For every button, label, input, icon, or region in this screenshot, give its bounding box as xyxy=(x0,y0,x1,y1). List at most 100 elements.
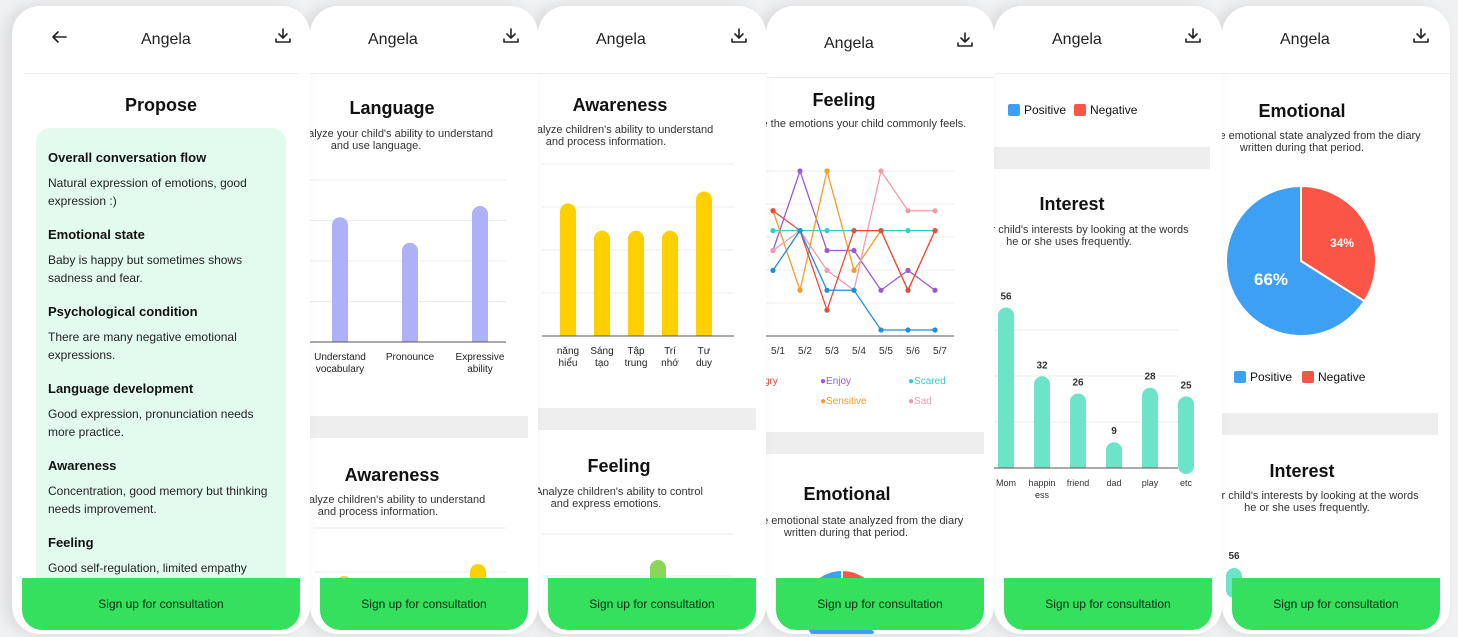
download-icon[interactable] xyxy=(1412,27,1430,45)
bar-value-label: 28 xyxy=(1144,372,1156,383)
interest-title: Interest xyxy=(1039,194,1105,214)
legend-scared: ●Scared xyxy=(908,376,946,387)
propose-item-desc: There are many negative emotional expres… xyxy=(48,330,237,362)
interest-subtitle-2: he or she uses frequently. xyxy=(1244,502,1370,514)
x-tick-label: 5/7 xyxy=(933,346,947,357)
series-point xyxy=(905,267,911,273)
propose-item-desc: Natural expression of emotions, good exp… xyxy=(48,176,247,208)
header: Angela xyxy=(766,6,994,78)
bar-base-mask xyxy=(994,468,1178,477)
legend-negative-swatch xyxy=(1302,371,1314,383)
download-icon[interactable] xyxy=(274,27,292,45)
propose-item: Emotional state Baby is happy but sometim… xyxy=(48,227,274,287)
feeling-subtitle: ze the emotions your child commonly feel… xyxy=(766,118,967,130)
series-point xyxy=(905,208,911,214)
download-icon[interactable] xyxy=(1184,27,1202,45)
bar-3 xyxy=(472,206,488,348)
awareness-subtitle-2: and process information. xyxy=(545,136,667,148)
header: Angela xyxy=(994,6,1222,74)
series-line-5 xyxy=(772,210,936,313)
awareness-subtitle-1: nalyze children's ability to understand xyxy=(538,124,714,136)
legend-sad: ●Sad xyxy=(908,396,932,407)
legend-negative-swatch xyxy=(1074,104,1086,116)
signup-consultation-button[interactable]: Sign up for consultation xyxy=(22,578,300,630)
signup-consultation-button[interactable]: Sign up for consultation xyxy=(1004,578,1212,630)
bar-value-label: 25 xyxy=(1180,380,1192,391)
propose-item-title: Feeling xyxy=(48,535,94,550)
category-label: Tư duy xyxy=(670,346,738,370)
legend-positive: Positive xyxy=(1234,370,1292,384)
series-point xyxy=(851,247,857,254)
series-point xyxy=(770,228,776,234)
propose-item-desc: Good self-regulation, limited empathy xyxy=(48,561,247,575)
series-point xyxy=(932,228,938,234)
bar-5 xyxy=(696,191,712,342)
propose-item-title: Overall conversation flow xyxy=(48,150,207,165)
header: Angela xyxy=(1222,6,1450,74)
signup-consultation-button[interactable]: Sign up for consultation xyxy=(776,578,984,630)
series-point xyxy=(851,228,857,234)
series-point xyxy=(824,168,830,174)
propose-item: Overall conversation flow Natural express… xyxy=(48,150,274,210)
series-point xyxy=(824,228,830,234)
series-point xyxy=(851,287,857,293)
legend-positive-swatch xyxy=(1008,104,1020,116)
feeling-title: Feeling xyxy=(587,456,651,476)
user-name: Angela xyxy=(368,31,418,48)
bar-4 xyxy=(662,230,678,342)
category-label: Expressive ability xyxy=(446,352,514,376)
signup-consultation-button[interactable]: Sign up for consultation xyxy=(1232,578,1440,630)
propose-item: Language development Good expression, pro… xyxy=(48,381,274,441)
user-name: Angela xyxy=(1280,31,1330,48)
category-label-line: duy xyxy=(695,358,713,369)
pie-label-negative: 34% xyxy=(1329,236,1355,250)
series-point xyxy=(932,287,938,293)
section-divider xyxy=(310,416,528,438)
bar-base-mask xyxy=(542,336,734,345)
propose-item-desc: Good expression, pronunciation needs mor… xyxy=(48,407,254,439)
header: Angela xyxy=(538,6,766,74)
language-subtitle-1: nalyze your child's ability to understan… xyxy=(310,128,494,140)
series-point xyxy=(824,247,830,254)
category-label-line: Understand xyxy=(314,352,366,363)
series-point xyxy=(878,287,884,293)
header: Angela xyxy=(24,6,298,74)
section-divider xyxy=(538,408,756,430)
legend-positive-label: Positive xyxy=(1250,370,1293,384)
app-screens: Angela Emotional he emotional state anal… xyxy=(0,0,1458,637)
bar-3 xyxy=(628,230,644,342)
x-tick-label: 5/5 xyxy=(879,346,893,357)
download-icon[interactable] xyxy=(730,27,748,45)
x-tick-label: 5/4 xyxy=(852,346,866,357)
awareness-bar-chart xyxy=(542,163,734,345)
bar-5 xyxy=(1142,387,1158,474)
category-label: friend xyxy=(1067,478,1090,488)
download-icon[interactable] xyxy=(956,31,974,49)
feeling-line-chart: 5/1 5/2 5/3 5/4 5/5 5/6 5/7 xyxy=(766,168,954,357)
bar-1 xyxy=(332,217,348,348)
series-point xyxy=(905,327,911,333)
legend-positive-label: Positive xyxy=(1024,103,1067,117)
legend-negative-label: Negative xyxy=(1090,103,1138,117)
interest-value-partial: 56 xyxy=(1228,551,1240,562)
user-name: Angela xyxy=(1052,31,1102,48)
signup-consultation-button[interactable]: Sign up for consultation xyxy=(320,578,528,630)
propose-item: Psychological condition There are many ne… xyxy=(48,304,274,364)
awareness-subtitle-2: and process information. xyxy=(317,506,439,518)
bar-value-label: 56 xyxy=(1000,291,1012,302)
category-label: dad xyxy=(1106,478,1121,488)
category-label: Pronounce xyxy=(376,352,444,364)
section-divider xyxy=(1222,413,1438,435)
propose-title: Propose xyxy=(124,95,198,115)
legend-sensitive-label: Sensitive xyxy=(826,396,867,407)
series-point xyxy=(905,287,911,293)
language-bar-chart xyxy=(310,179,506,351)
emotional-subtitle-1: he emotional state analyzed from the dia… xyxy=(766,515,964,527)
back-arrow-icon[interactable] xyxy=(50,28,68,46)
signup-consultation-button[interactable]: Sign up for consultation xyxy=(548,578,756,630)
language-title: Language xyxy=(349,98,435,118)
screen-awareness: Angela Awareness nalyze children's abili… xyxy=(538,6,766,634)
propose-item-desc: Concentration, good memory but thinking … xyxy=(48,484,268,516)
download-icon[interactable] xyxy=(502,27,520,45)
bar-value-label: 26 xyxy=(1072,377,1084,388)
